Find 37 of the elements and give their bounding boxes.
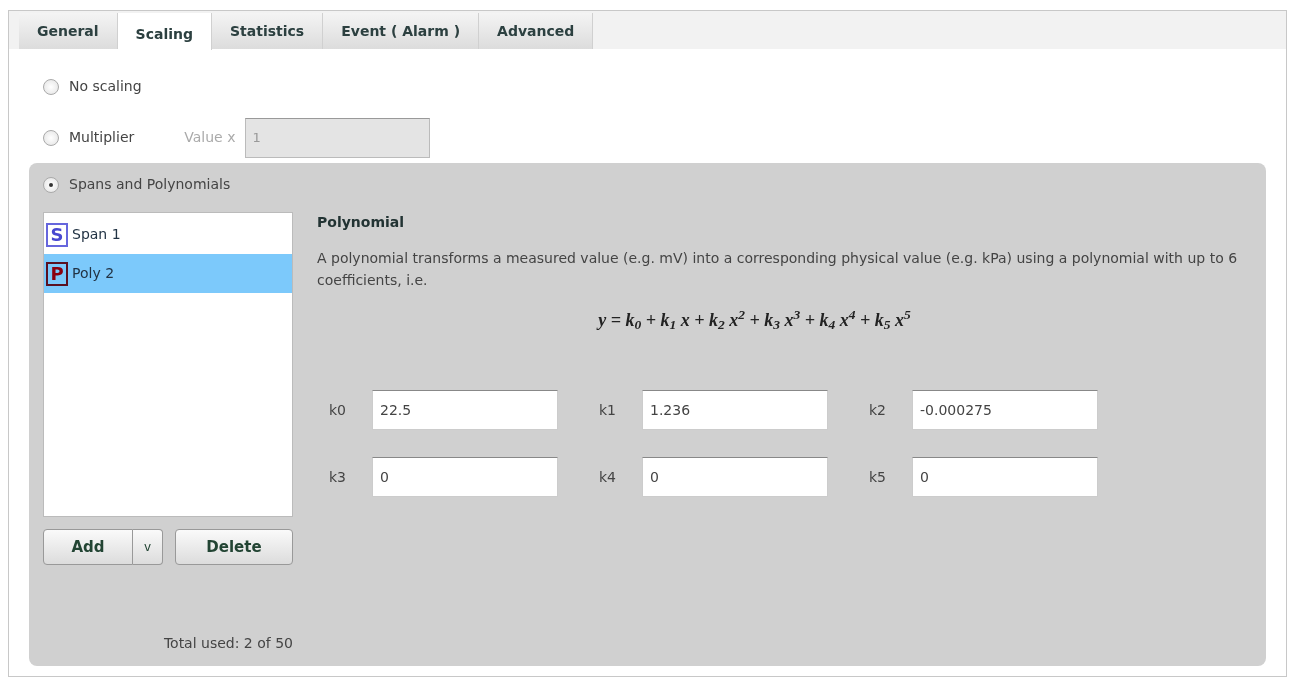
coefficient-field[interactable]: 0 [372, 457, 558, 497]
tab[interactable]: Advanced [479, 13, 594, 49]
add-button[interactable]: Add [43, 529, 133, 565]
radio-button[interactable] [43, 129, 59, 146]
coefficient-field[interactable]: 0 [642, 457, 828, 497]
section-title: Polynomial [317, 213, 406, 232]
coefficient-field[interactable]: 22.5 [372, 390, 558, 430]
radio-button[interactable] [43, 78, 59, 95]
list-item[interactable]: P Poly 2 [44, 254, 292, 293]
radio-button[interactable] [43, 176, 59, 193]
type-icon: P [46, 261, 68, 286]
dropdown-button[interactable]: v [133, 529, 163, 565]
field-label: Value x [184, 128, 236, 147]
field-label: k5 [868, 467, 887, 487]
tab[interactable]: Event ( Alarm ) [323, 13, 480, 49]
coefficient-field[interactable]: 0 [912, 457, 1098, 497]
item-label: Span 1 [72, 225, 121, 244]
tab[interactable]: Scaling [117, 13, 213, 50]
field-label: k1 [598, 400, 617, 420]
list-item[interactable]: S Span 1 [44, 215, 292, 254]
radio-label[interactable]: Multiplier [69, 127, 135, 148]
type-icon: S [46, 222, 68, 247]
description-text: A polynomial transforms a measured value (e.g. mV) into a corresponding physical value (e.g. kPa) using a polynomial with up to 6 coefficients, i.e. [317, 249, 1239, 290]
tab[interactable]: General [19, 13, 118, 49]
field-label: k0 [328, 400, 347, 420]
formula-text: y = k$_{0}$ + k$_{1}$ x + k$_{2}$ x$^{2}$ + k$_{3}$ x$^{3}$ + k$_{4}$ x$^{4}$ + k$_{5}$ x$^{5}$ [595, 307, 912, 334]
item-label: Poly 2 [72, 264, 115, 283]
delete-button[interactable]: Delete [175, 529, 293, 565]
total-used-text: Total used: 2 of 50 [162, 634, 293, 653]
coefficient-field[interactable]: 1.236 [642, 390, 828, 430]
radio-label[interactable]: Spans and Polynomials [69, 174, 231, 195]
field-label: k2 [868, 400, 887, 420]
coefficient-field[interactable]: -0.000275 [912, 390, 1098, 430]
field-label: k3 [328, 467, 347, 487]
radio-label[interactable]: No scaling [69, 76, 142, 97]
tab[interactable]: Statistics [212, 13, 324, 49]
field-label: k4 [598, 467, 617, 487]
